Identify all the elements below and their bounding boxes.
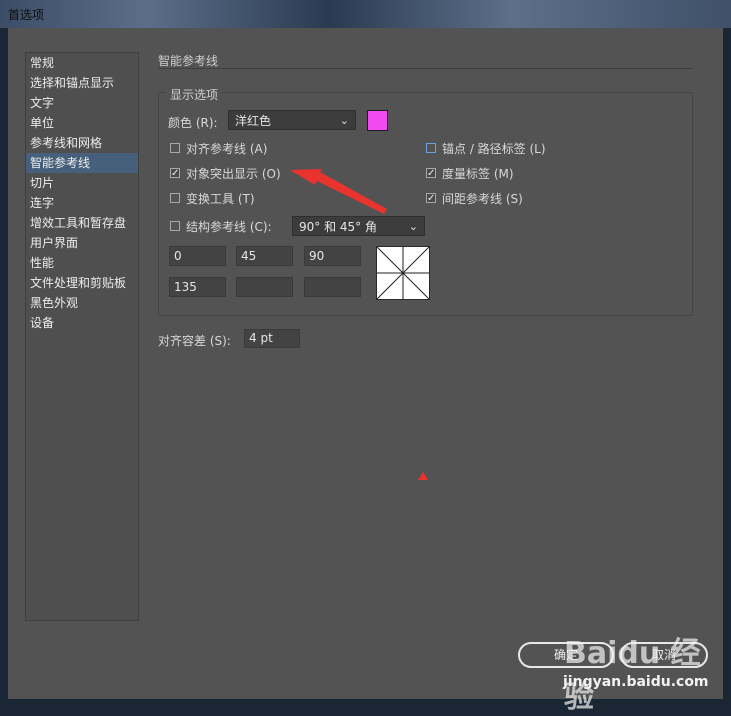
snap-tolerance-label: 对齐容差 (S): — [158, 334, 231, 348]
spacing-guides-label: 间距参考线 (S) — [442, 192, 523, 206]
construction-angle-dropdown[interactable]: 90° 和 45° 角 ⌄ — [292, 216, 425, 236]
watermark-brand: Baidu 经验 — [564, 636, 701, 715]
checkbox-align-guides[interactable] — [170, 143, 180, 153]
chevron-down-icon: ⌄ — [408, 220, 418, 233]
measure-labels-label: 度量标签 (M) — [442, 167, 514, 181]
sidebar-item-selection-anchor[interactable]: 选择和锚点显示 — [26, 73, 138, 93]
angle-preview-icon — [376, 246, 430, 300]
checkbox-anchor-labels[interactable] — [426, 143, 436, 153]
dialog-body: 常规 选择和锚点显示 文字 单位 参考线和网格 智能参考线 切片 连字 增效工具… — [8, 28, 723, 715]
preferences-window: 首选项 常规 选择和锚点显示 文字 单位 参考线和网格 智能参考线 切片 连字 … — [0, 0, 731, 715]
section-title: 智能参考线 — [158, 54, 219, 68]
angle-field-2[interactable]: 45 — [236, 246, 293, 266]
checkbox-measure-labels[interactable]: ✓ — [426, 168, 436, 179]
sidebar-item-black-appearance[interactable]: 黑色外观 — [26, 293, 138, 313]
sidebar-item-type[interactable]: 文字 — [26, 93, 138, 113]
color-label: 颜色 (R): — [168, 116, 218, 130]
sidebar-item-guides-grid[interactable]: 参考线和网格 — [26, 133, 138, 153]
color-swatch[interactable] — [367, 110, 388, 131]
transform-tools-label: 变换工具 (T) — [186, 192, 255, 206]
angle-field-1[interactable]: 0 — [169, 246, 226, 266]
construction-guides-label: 结构参考线 (C): — [186, 220, 272, 234]
section-divider — [158, 68, 693, 69]
title-bar[interactable]: 首选项 — [0, 0, 731, 28]
sidebar-item-file-handling[interactable]: 文件处理和剪贴板 — [26, 273, 138, 293]
snap-tolerance-input[interactable]: 4 pt — [244, 329, 300, 348]
sidebar-item-user-interface[interactable]: 用户界面 — [26, 233, 138, 253]
align-guides-label: 对齐参考线 (A) — [186, 142, 268, 156]
sidebar-item-slices[interactable]: 切片 — [26, 173, 138, 193]
sidebar-item-plugins-scratch[interactable]: 增效工具和暂存盘 — [26, 213, 138, 233]
sidebar-item-performance[interactable]: 性能 — [26, 253, 138, 273]
group-title: 显示选项 — [166, 86, 223, 103]
sidebar-item-units[interactable]: 单位 — [26, 113, 138, 133]
watermark-site: jingyan.baidu.com — [563, 674, 709, 690]
angle-field-4[interactable]: 135 — [169, 277, 226, 297]
angle-field-3[interactable]: 90 — [304, 246, 361, 266]
window-title: 首选项 — [8, 8, 45, 22]
sidebar-item-smart-guides[interactable]: 智能参考线 — [26, 153, 138, 173]
checkbox-object-highlight[interactable]: ✓ — [170, 168, 180, 179]
color-dropdown[interactable]: 洋红色 ⌄ — [228, 110, 356, 130]
sidebar-item-hyphenation[interactable]: 连字 — [26, 193, 138, 213]
checkbox-spacing-guides[interactable]: ✓ — [426, 193, 436, 204]
angle-field-5[interactable] — [236, 277, 293, 297]
checkbox-construction-guides[interactable] — [170, 221, 180, 231]
sidebar-item-general[interactable]: 常规 — [26, 53, 138, 73]
construction-angle-value: 90° 和 45° 角 — [299, 220, 377, 234]
angle-field-6[interactable] — [304, 277, 361, 297]
chevron-down-icon: ⌄ — [339, 114, 349, 127]
red-triangle-marker — [418, 472, 428, 480]
color-dropdown-value: 洋红色 — [235, 114, 272, 128]
category-list: 常规 选择和锚点显示 文字 单位 参考线和网格 智能参考线 切片 连字 增效工具… — [25, 52, 139, 621]
sidebar-item-devices[interactable]: 设备 — [26, 313, 138, 333]
anchor-labels-label: 锚点 / 路径标签 (L) — [442, 142, 546, 156]
checkbox-transform-tools[interactable] — [170, 193, 180, 203]
object-highlight-label: 对象突出显示 (O) — [186, 167, 281, 181]
